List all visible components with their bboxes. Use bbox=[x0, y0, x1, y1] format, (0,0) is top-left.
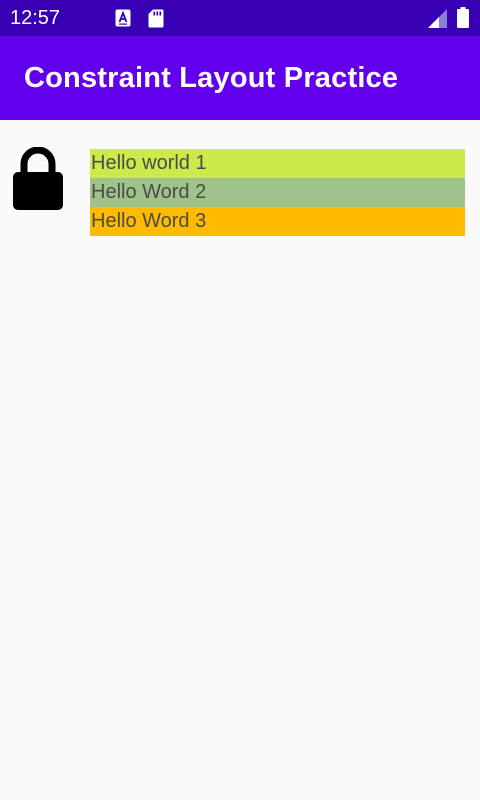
lock-icon bbox=[12, 146, 64, 216]
hello-word-3-text: Hello Word 3 bbox=[90, 207, 465, 236]
battery-icon bbox=[457, 7, 469, 33]
hello-world-1-text: Hello world 1 bbox=[90, 149, 465, 178]
app-bar: Constraint Layout Practice bbox=[0, 36, 480, 120]
status-time: 12:57 bbox=[10, 7, 61, 29]
signal-icon bbox=[428, 9, 448, 33]
content-area: Hello world 1 Hello Word 2 Hello Word 3 bbox=[0, 120, 480, 800]
status-bar: 12:57 bbox=[0, 0, 480, 36]
sd-card-icon bbox=[148, 9, 164, 33]
hello-word-2-text: Hello Word 2 bbox=[90, 178, 465, 207]
a-notification-icon bbox=[115, 9, 131, 32]
page-title: Constraint Layout Practice bbox=[24, 62, 399, 94]
